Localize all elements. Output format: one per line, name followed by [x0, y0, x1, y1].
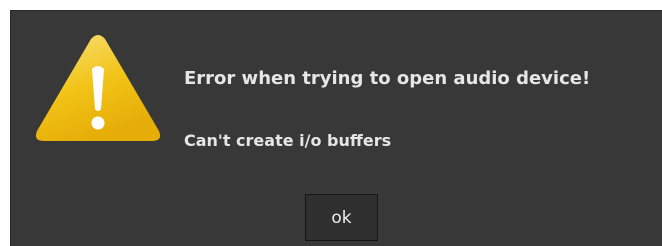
- ok-button[interactable]: ok: [305, 194, 378, 241]
- warning-icon: [35, 35, 161, 141]
- dialog-title: Error when trying to open audio device!: [184, 68, 591, 89]
- error-dialog: Error when trying to open audio device! …: [10, 10, 662, 246]
- dialog-message: Can't create i/o buffers: [184, 131, 392, 150]
